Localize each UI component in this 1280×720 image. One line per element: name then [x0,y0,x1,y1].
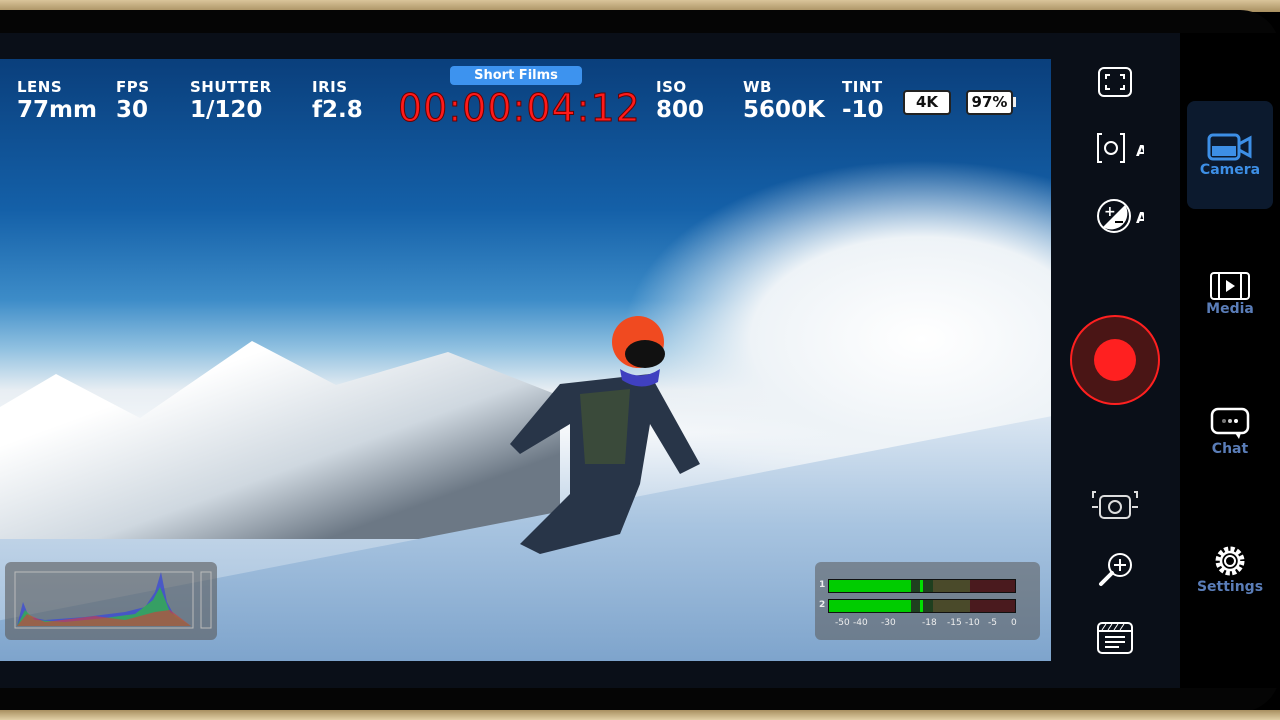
chat-bubble-icon [1210,407,1250,439]
tint-value[interactable]: -10 [842,97,884,123]
nav-camera-label: Camera [1199,162,1261,178]
clapper-slate-icon [1097,622,1133,654]
iso-label: ISO [656,78,687,96]
battery-badge: 97% [966,90,1013,115]
record-icon [1094,339,1136,381]
scale-tick: -50 [835,618,850,628]
lens-label: LENS [17,78,63,96]
snapshot-button[interactable] [1090,486,1140,526]
snapshot-icon [1092,491,1138,519]
auto-focus-icon: A [1097,133,1144,163]
wb-value[interactable]: 5600K [743,97,825,123]
channel-1-label: 1 [819,580,826,590]
histogram[interactable] [5,562,217,640]
zoom-in-icon [1099,553,1132,586]
nav-media-label: Media [1206,301,1254,317]
gear-icon [1215,546,1245,576]
frame-guides-icon [1098,67,1132,97]
scale-tick: -18 [922,618,937,628]
fps-label: FPS [116,78,150,96]
scale-tick: -30 [881,618,896,628]
mountain-image [0,341,560,539]
scale-tick: -10 [965,618,980,628]
snowboarder-image [510,316,700,554]
scale-tick: -40 [853,618,868,628]
iso-value[interactable]: 800 [656,97,704,123]
iris-label: IRIS [312,78,348,96]
frame-guides-button[interactable] [1090,62,1140,102]
auto-exposure-button[interactable]: + A [1094,196,1144,236]
channel-1-bar [828,579,1016,593]
preset-badge[interactable]: Short Films [450,66,582,85]
lens-value[interactable]: 77mm [17,97,97,123]
auto-exposure-icon: + A [1097,199,1144,233]
video-camera-icon [1207,133,1252,161]
svg-text:+: + [1104,204,1116,220]
shutter-value[interactable]: 1/120 [190,97,262,123]
slate-button[interactable] [1090,618,1140,658]
nav-chat[interactable]: Chat [1187,378,1273,486]
iris-value[interactable]: f2.8 [312,97,363,123]
scale-tick: 0 [1011,618,1017,628]
scale-tick: -5 [988,618,997,628]
device-frame-bottom [0,710,1280,720]
shutter-label: SHUTTER [190,78,272,96]
record-button[interactable] [1070,315,1160,405]
nav-chat-label: Chat [1211,441,1249,457]
nav-camera[interactable]: Camera [1187,101,1273,209]
audio-meter[interactable]: 1 2 -50 -40 -30 -18 -15 -10 -5 0 [815,562,1040,640]
nav-settings-label: Settings [1196,579,1264,595]
tint-label: TINT [842,78,883,96]
histogram-graph [14,571,212,629]
zoom-button[interactable] [1090,550,1140,590]
nav-settings[interactable]: Settings [1187,515,1273,623]
svg-text:A: A [1136,209,1144,227]
fps-value[interactable]: 30 [116,97,148,123]
svg-text:A: A [1136,142,1144,160]
channel-2-label: 2 [819,600,826,610]
channel-2-bar [828,599,1016,613]
auto-focus-button[interactable]: A [1094,128,1144,168]
resolution-badge[interactable]: 4K [903,90,951,115]
scale-tick: -15 [947,618,962,628]
timecode: 00:00:04:12 [398,86,641,131]
nav-media[interactable]: Media [1187,240,1273,348]
film-icon [1210,272,1250,300]
battery-tip-icon [1013,97,1016,107]
wb-label: WB [743,78,772,96]
